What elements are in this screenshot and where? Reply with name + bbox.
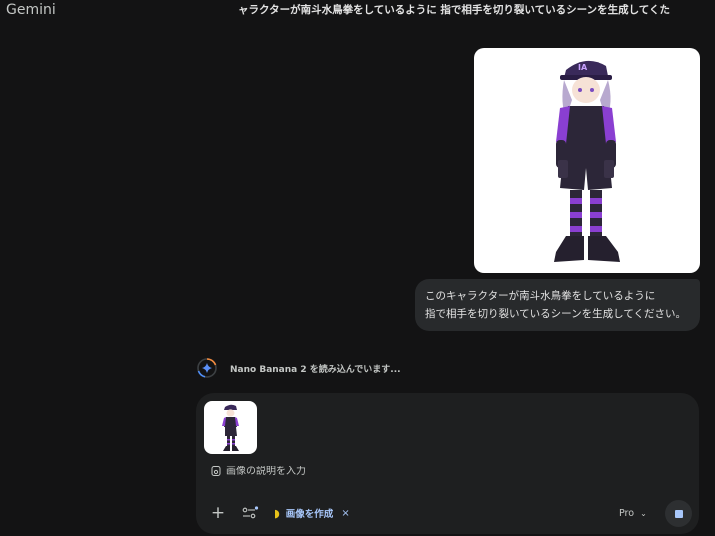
banana-icon: ◗ xyxy=(274,506,280,520)
prompt-input[interactable] xyxy=(226,465,486,477)
chat-title: ャラクターが南斗水鳥拳をしているように 指で相手を切り裂いているシーンを生成して… xyxy=(238,4,670,16)
svg-text:IA: IA xyxy=(578,63,588,72)
character-thumbnail xyxy=(222,404,239,451)
composer-toolbar: + ◗ 画像を作成 × Pro ⌄ xyxy=(196,497,699,529)
add-attachment-button[interactable]: + xyxy=(210,503,226,523)
prompt-row xyxy=(210,465,486,477)
prompt-composer: + ◗ 画像を作成 × Pro ⌄ xyxy=(196,393,699,534)
user-message-line: このキャラクターが南斗水鳥拳をしているように xyxy=(425,290,656,302)
stop-button[interactable] xyxy=(665,500,692,527)
close-icon[interactable]: × xyxy=(341,508,349,519)
image-prompt-icon xyxy=(211,466,221,476)
app-logo[interactable]: Gemini xyxy=(6,2,56,18)
create-image-label: 画像を作成 xyxy=(285,509,334,520)
tools-button[interactable] xyxy=(240,503,260,523)
create-image-chip[interactable]: ◗ 画像を作成 × xyxy=(274,503,350,523)
model-label: Pro xyxy=(619,507,635,519)
attachment-thumbnail[interactable] xyxy=(204,401,257,454)
uploaded-image[interactable]: IA xyxy=(474,48,700,273)
user-message-line: 指で相手を切り裂いているシーンを生成してください。 xyxy=(425,308,687,320)
model-selector[interactable]: Pro ⌄ xyxy=(619,503,647,523)
tools-sliders-icon xyxy=(242,506,259,519)
user-message-bubble: このキャラクターが南斗水鳥拳をしているように 指で相手を切り裂いているシーンを生… xyxy=(415,279,700,331)
gemini-spark-loading-icon xyxy=(197,358,217,378)
chevron-down-icon: ⌄ xyxy=(640,508,647,518)
stop-icon xyxy=(674,509,683,518)
generation-status: Nano Banana 2 を読み込んでいます... xyxy=(196,357,401,379)
status-text: Nano Banana 2 を読み込んでいます... xyxy=(230,364,401,375)
character-illustration: IA xyxy=(554,60,620,262)
